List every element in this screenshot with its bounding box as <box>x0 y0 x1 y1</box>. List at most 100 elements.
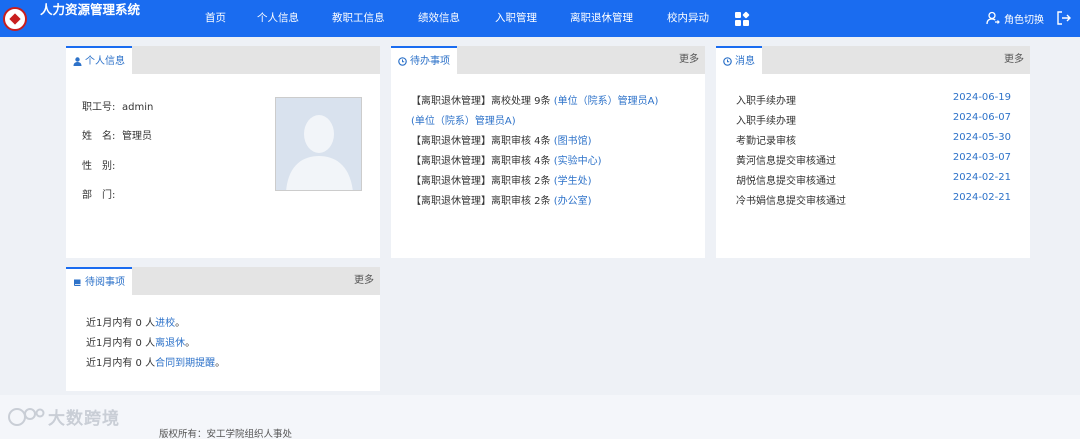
to-read-suffix: 。 <box>175 318 186 329</box>
todo-panel: 待办事项 更多 【离职退休管理】离校处理 9条 (单位（院系）管理员A) (单位… <box>391 46 705 258</box>
nav-home[interactable]: 首页 <box>205 0 226 37</box>
message-item[interactable]: 胡悦信息提交审核通过 2024-02-21 <box>736 172 1011 187</box>
todo-item: 【离职退休管理】离职审核 2条 (学生处) <box>411 172 592 187</box>
role-switch-label: 角色切换 <box>1004 14 1044 26</box>
to-read-text: 近1月内有 0 人 <box>86 318 156 329</box>
messages-panel: 消息 更多 入职手续办理 2024-06-19 入职手续办理 2024-06-07 … <box>716 46 1030 258</box>
avatar-placeholder-icon <box>286 115 353 190</box>
top-navigation-bar: 人力资源管理系统 首页 个人信息 教职工信息 绩效信息 入职管理 离职退休管理 … <box>0 0 1080 37</box>
message-title[interactable]: 入职手续办理 <box>736 116 796 127</box>
avatar <box>275 97 362 191</box>
message-date: 2024-06-19 <box>952 92 1011 103</box>
personal-info-panel: 个人信息 职工号: admin 姓 名: 管理员 性 别: 部 门: <box>66 46 380 258</box>
app-title: 人力资源管理系统 <box>40 2 141 17</box>
message-title[interactable]: 胡悦信息提交审核通过 <box>736 176 836 187</box>
nav-personal-info[interactable]: 个人信息 <box>257 0 299 37</box>
staff-id-row: 职工号: admin <box>82 98 153 113</box>
todo-item-link[interactable]: (实验中心) <box>554 156 602 167</box>
message-title[interactable]: 冷书娟信息提交审核通过 <box>736 196 846 207</box>
to-read-more-link[interactable]: 更多 <box>354 267 374 295</box>
todo-item: 【离职退休管理】离职审核 4条 (图书馆) <box>411 132 592 147</box>
message-title[interactable]: 黄河信息提交审核通过 <box>736 156 836 167</box>
tab-todo[interactable]: 待办事项 <box>391 46 457 74</box>
to-read-suffix: 。 <box>215 358 226 369</box>
message-date: 2024-02-21 <box>952 172 1011 183</box>
panel-header: 个人信息 <box>66 46 380 74</box>
message-title[interactable]: 考勤记录审核 <box>736 136 796 147</box>
watermark-logo-icon <box>8 407 45 426</box>
nav-performance-info[interactable]: 绩效信息 <box>418 0 460 37</box>
message-title[interactable]: 入职手续办理 <box>736 96 796 107</box>
logout-icon[interactable] <box>1056 10 1072 26</box>
name-row: 姓 名: 管理员 <box>82 127 152 142</box>
to-read-panel: 待阅事项 更多 近1月内有 0 人进校。 近1月内有 0 人离退休。 近1月内有… <box>66 267 380 391</box>
todo-item-link[interactable]: (图书馆) <box>554 136 592 147</box>
nav-internal-transfer[interactable]: 校内异动 <box>667 0 709 37</box>
todo-item-link[interactable]: (单位（院系）管理员A) <box>554 96 659 107</box>
tab-label: 个人信息 <box>85 55 125 67</box>
tab-messages[interactable]: 消息 <box>716 46 762 74</box>
messages-more-link[interactable]: 更多 <box>1004 46 1024 74</box>
copyright: 版权所有：安工学院组织人事处 <box>159 429 293 439</box>
name-label: 姓 名: <box>82 131 116 142</box>
tab-personal-info[interactable]: 个人信息 <box>66 46 132 74</box>
panel-header: 待阅事项 更多 <box>66 267 380 295</box>
tab-to-read[interactable]: 待阅事项 <box>66 267 132 295</box>
message-item[interactable]: 考勤记录审核 2024-05-30 <box>736 132 1011 147</box>
gender-row: 性 别: <box>82 157 122 172</box>
panel-header: 消息 更多 <box>716 46 1030 74</box>
nav-resignation-retirement[interactable]: 离职退休管理 <box>570 0 633 37</box>
tab-label: 待办事项 <box>410 55 450 67</box>
todo-item-link[interactable]: (单位（院系）管理员A) <box>411 116 516 127</box>
clock-icon <box>398 56 407 66</box>
to-read-item: 近1月内有 0 人合同到期提醒。 <box>86 354 225 369</box>
todo-more-link[interactable]: 更多 <box>679 46 699 74</box>
todo-item: (单位（院系）管理员A) <box>411 112 516 127</box>
tab-label: 待阅事项 <box>85 276 125 288</box>
todo-item-text: 【离职退休管理】离职审核 4条 <box>411 136 554 147</box>
message-item[interactable]: 入职手续办理 2024-06-19 <box>736 92 1011 107</box>
message-date: 2024-05-30 <box>952 132 1011 143</box>
logo <box>3 7 27 31</box>
message-item[interactable]: 黄河信息提交审核通过 2024-03-07 <box>736 152 1011 167</box>
user-icon <box>73 56 82 66</box>
to-read-text: 近1月内有 0 人 <box>86 338 156 349</box>
to-read-suffix: 。 <box>185 338 196 349</box>
apps-grid-icon[interactable] <box>735 11 750 26</box>
to-read-link[interactable]: 合同到期提醒 <box>155 358 215 369</box>
message-item[interactable]: 入职手续办理 2024-06-07 <box>736 112 1011 127</box>
to-read-text: 近1月内有 0 人 <box>86 358 156 369</box>
message-date: 2024-06-07 <box>952 112 1011 123</box>
clock-icon <box>723 56 732 66</box>
watermark-text: 大数跨境 <box>48 409 120 429</box>
todo-item-text: 【离职退休管理】离职审核 2条 <box>411 196 554 207</box>
tab-label: 消息 <box>735 55 755 67</box>
message-item[interactable]: 冷书娟信息提交审核通过 2024-02-21 <box>736 192 1011 207</box>
department-row: 部 门: <box>82 186 122 201</box>
todo-item-text: 【离职退休管理】离校处理 9条 <box>411 96 554 107</box>
panel-header: 待办事项 更多 <box>391 46 705 74</box>
to-read-item: 近1月内有 0 人离退休。 <box>86 334 195 349</box>
to-read-item: 近1月内有 0 人进校。 <box>86 314 185 329</box>
todo-item-text: 【离职退休管理】离职审核 2条 <box>411 176 554 187</box>
to-read-link[interactable]: 进校 <box>155 318 175 329</box>
role-switch-button[interactable]: 角色切换 <box>986 10 1044 26</box>
to-read-link[interactable]: 离退休 <box>155 338 185 349</box>
department-label: 部 门: <box>82 190 116 201</box>
book-icon <box>74 279 81 286</box>
todo-item: 【离职退休管理】离校处理 9条 (单位（院系）管理员A) <box>411 92 658 107</box>
todo-item: 【离职退休管理】离职审核 2条 (办公室) <box>411 192 592 207</box>
nav-staff-info[interactable]: 教职工信息 <box>332 0 385 37</box>
todo-item: 【离职退休管理】离职审核 4条 (实验中心) <box>411 152 602 167</box>
staff-id-label: 职工号: <box>82 102 116 113</box>
user-switch-icon <box>986 11 1000 25</box>
message-date: 2024-03-07 <box>952 152 1011 163</box>
todo-item-link[interactable]: (学生处) <box>554 176 592 187</box>
todo-item-link[interactable]: (办公室) <box>554 196 592 207</box>
todo-item-text: 【离职退休管理】离职审核 4条 <box>411 156 554 167</box>
staff-id-value: admin <box>122 102 154 113</box>
nav-onboarding[interactable]: 入职管理 <box>495 0 537 37</box>
watermark: 大数跨境 <box>8 404 120 429</box>
gender-label: 性 别: <box>82 161 116 172</box>
message-date: 2024-02-21 <box>952 192 1011 203</box>
